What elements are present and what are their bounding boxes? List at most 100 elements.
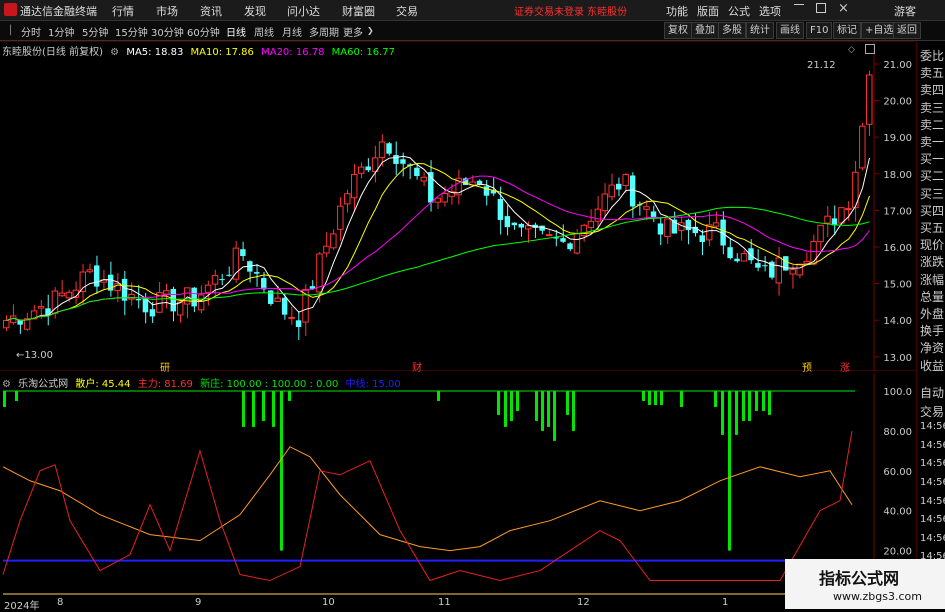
candle-down	[762, 265, 768, 267]
candle-up	[441, 193, 448, 203]
panel-toggle-icon[interactable]	[865, 44, 875, 54]
minimize-icon[interactable]	[794, 4, 804, 5]
mark-zhang[interactable]: 涨	[840, 359, 850, 374]
side-field-17: 净资	[920, 341, 945, 356]
btn-biaoji[interactable]: 标记	[833, 22, 861, 39]
period-60min[interactable]: 60分钟	[187, 24, 220, 39]
period-more[interactable]: 更多	[343, 24, 363, 39]
xinzhuang-bar	[15, 391, 18, 401]
candle-up	[65, 291, 73, 299]
btn-huaxian[interactable]: 画线	[776, 22, 804, 39]
period-toolbar: ▕ 分时 1分钟 5分钟 15分钟 30分钟 60分钟 日线 周线 月线 多周期…	[0, 21, 945, 41]
period-30min[interactable]: 30分钟	[151, 24, 184, 39]
btn-fuquan[interactable]: 复权	[664, 22, 692, 39]
candle-down	[226, 274, 232, 276]
settings-gear-icon[interactable]: ⚙	[110, 47, 119, 58]
btn-tongji[interactable]: 统计	[746, 22, 774, 39]
mark-yu[interactable]: 预	[802, 359, 812, 374]
period-weekly[interactable]: 周线	[254, 24, 274, 39]
candle-down	[414, 167, 420, 177]
candle-down	[685, 219, 692, 231]
login-notice[interactable]: 证券交易未登录 东睦股份	[514, 3, 627, 18]
menu-xuanxiang[interactable]: 选项	[759, 3, 781, 19]
diamond-icon[interactable]: ◇	[848, 45, 855, 55]
candle-down	[295, 320, 302, 327]
side-field-5: 卖一	[920, 135, 945, 149]
btn-fanhui[interactable]: 返回	[893, 22, 921, 39]
side-lower-8: 14:56	[920, 532, 945, 544]
close-icon[interactable]: ×	[838, 1, 849, 16]
side-field-13: 涨幅	[920, 272, 945, 287]
xinzhuang-bar	[504, 391, 507, 427]
xinzhuang-bar	[510, 391, 513, 421]
watermark: 指标公式网 www.zbgs3.com	[785, 559, 945, 609]
candle-down	[476, 180, 483, 185]
price-tick: 20.00	[883, 97, 912, 108]
indicator-gear-icon[interactable]: ⚙	[2, 379, 11, 390]
mark-yan[interactable]: 研	[160, 359, 170, 374]
side-lower-7: 14:56	[920, 514, 945, 526]
candle-down	[615, 183, 622, 190]
menu-faxian[interactable]: 发现	[244, 3, 266, 19]
kline-chart[interactable]: 21.00 20.00 19.00 18.00 17.00 16.00 15.00 14.00…	[0, 41, 915, 371]
period-5min[interactable]: 5分钟	[82, 24, 108, 39]
candle-up	[183, 287, 191, 305]
side-lower-3: 14:56	[920, 439, 945, 451]
period-15min[interactable]: 15分钟	[115, 24, 148, 39]
period-fenshi[interactable]: 分时	[21, 24, 41, 39]
candle-up	[838, 207, 845, 224]
side-lower-4: 14:56	[920, 458, 945, 470]
side-field-14: 总量	[920, 289, 945, 304]
xinzhuang-bar	[654, 391, 657, 405]
maximize-icon[interactable]	[816, 3, 826, 13]
menu-zixun[interactable]: 资讯	[200, 3, 222, 19]
menu-banmian[interactable]: 版面	[697, 3, 719, 19]
btn-diejia[interactable]: 叠加	[691, 22, 719, 39]
period-monthly[interactable]: 月线	[282, 24, 302, 39]
menu-wenxiaoda[interactable]: 问小达	[287, 3, 320, 19]
guest-label[interactable]: 游客	[894, 3, 916, 19]
ma20-label: MA20: 16.78	[261, 47, 325, 58]
indicator-legend: ⚙ 乐淘公式网 散户: 45.44 主力: 81.69 新庄: 100.00 :…	[2, 375, 405, 390]
btn-duogu[interactable]: 多股	[718, 22, 746, 39]
xinzhuang-bar	[252, 391, 255, 427]
candle-down	[261, 277, 267, 290]
indicator-chart[interactable]: 100.0 80.00 60.00 40.00 20.00	[0, 373, 915, 597]
btn-f10[interactable]: F10	[806, 22, 833, 39]
period-multi[interactable]: 多周期	[309, 24, 339, 39]
date-label-oct: 10	[322, 597, 335, 608]
menu-gongneng[interactable]: 功能	[666, 3, 688, 19]
more-chevron-icon[interactable]: ❯	[367, 26, 374, 35]
btn-zixuan[interactable]: +自选	[861, 22, 898, 39]
period-1min[interactable]: 1分钟	[48, 24, 74, 39]
side-lower-5: 14:56	[920, 477, 945, 488]
period-daily[interactable]: 日线	[226, 24, 246, 39]
menu-shichang[interactable]: 市场	[156, 3, 178, 19]
side-lower-1: 交易	[920, 404, 945, 419]
candle-up	[351, 173, 358, 199]
candle-up	[357, 166, 365, 174]
candle-up	[58, 292, 66, 297]
menu-hangqing[interactable]: 行情	[112, 3, 134, 19]
indicator-tick: 80.00	[883, 427, 912, 438]
zhuli-label: 主力: 81.69	[137, 379, 193, 390]
xinzhuang-bar	[648, 391, 651, 405]
menu-jiaoyi[interactable]: 交易	[396, 3, 418, 19]
price-tick: 13.00	[883, 353, 912, 364]
xinzhuang-bar	[755, 391, 758, 411]
indicator-tick: 40.00	[883, 507, 912, 518]
side-field-0: 委比	[920, 49, 945, 63]
candle-up	[580, 224, 588, 237]
candle-up	[643, 206, 650, 210]
candle-up	[664, 218, 671, 237]
side-field-8: 买三	[920, 186, 945, 201]
candle-down	[170, 288, 176, 312]
mark-cai[interactable]: 财	[412, 359, 422, 374]
menu-gongshi[interactable]: 公式	[728, 3, 750, 19]
candle-up	[775, 257, 783, 284]
menu-caifuquan[interactable]: 财富圈	[342, 3, 375, 19]
sanhu-line	[2, 446, 853, 552]
price-tick: 14.00	[883, 316, 912, 327]
candle-down	[699, 235, 705, 242]
candle-down	[748, 248, 754, 261]
